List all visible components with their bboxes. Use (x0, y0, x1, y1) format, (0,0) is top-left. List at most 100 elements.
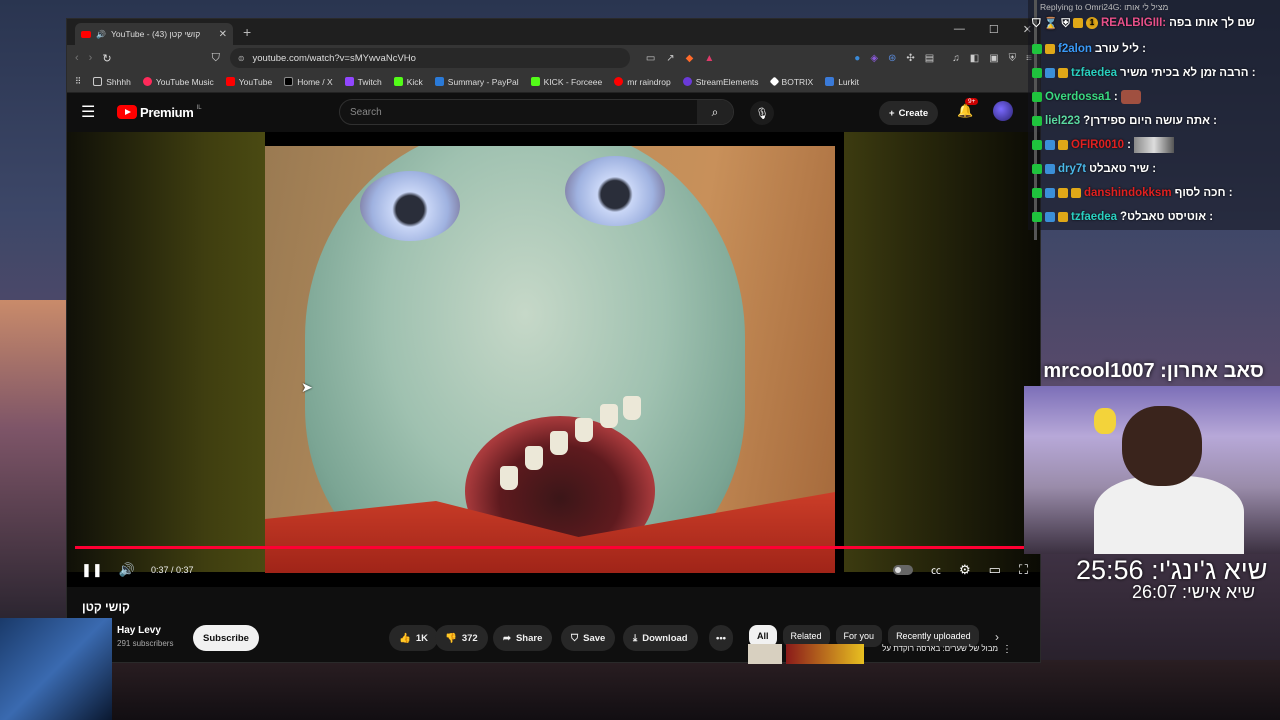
url-text: youtube.com/watch?v=sMYwvaNcVHo (252, 52, 416, 64)
download-button[interactable]: ⤓ Download (623, 625, 698, 651)
captions-icon[interactable]: ㏄ (931, 562, 941, 577)
puzzle-icon[interactable]: ✣ (906, 53, 914, 64)
settings-gear-icon[interactable]: ⚙ (959, 562, 971, 578)
site-info-icon[interactable]: ⊜ (238, 54, 245, 63)
address-bar-row: ‹ › ↻ ⛉ ⊜ youtube.com/watch?v=sMYwvaNcVH… (67, 45, 1040, 71)
progress-bar[interactable] (75, 546, 1034, 549)
chat-message: dry7t שיר טאבלט : (1032, 160, 1156, 178)
bookmark-item[interactable]: Twitch (344, 77, 382, 87)
channel-name[interactable]: Hay Levy (117, 625, 161, 636)
fullscreen-icon[interactable]: ⛶ (1019, 562, 1028, 578)
vpn-icon[interactable]: ⛨ (1009, 53, 1017, 64)
bookmark-item[interactable]: YouTube (225, 77, 272, 87)
tooth (600, 404, 618, 428)
more-actions-button[interactable]: ••• (709, 625, 733, 651)
bookmark-item[interactable]: BOTRIX (769, 77, 813, 87)
last-sub-label: סאב אחרון: mrcool1007 (1043, 360, 1264, 382)
reader-icon[interactable]: ▤ (925, 53, 934, 64)
bookmark-item[interactable]: KICK - Forceee (530, 77, 602, 87)
kick-badge-icon (1032, 188, 1042, 198)
url-field[interactable]: ⊜ youtube.com/watch?v=sMYwvaNcVHo (229, 48, 630, 68)
save-button[interactable]: ⛉ Save (561, 625, 616, 651)
create-button[interactable]: + Create (879, 101, 939, 125)
bookmark-item[interactable]: Lurkit (825, 77, 859, 87)
bookmark-item[interactable]: mr raindrop (614, 77, 671, 87)
chat-message: liel223 ?אתה עושה היום ספידרן : (1032, 112, 1217, 130)
bookmark-item[interactable]: Kick (393, 77, 423, 87)
player-controls: ❚❚ 🔊 0:37 / 0:37 ㏄ ⚙ ▭ ⛶ (67, 552, 1040, 587)
bookmark-item[interactable]: Summary - PayPal (434, 77, 519, 87)
theater-mode-icon[interactable]: ▭ (989, 562, 1001, 578)
hamburger-menu-icon[interactable]: ☰ (81, 102, 101, 122)
cast-icon[interactable]: ▭ (646, 53, 655, 64)
pause-icon[interactable]: ❚❚ (81, 562, 103, 578)
new-tab-icon[interactable]: + (243, 24, 251, 40)
brave-shield-icon[interactable]: ◆ (686, 53, 694, 64)
vip-badge-icon (1045, 212, 1055, 222)
tooth (623, 396, 641, 420)
search-input[interactable]: Search ⌕ (339, 99, 734, 125)
thumbs-down-icon: 👎 (445, 632, 457, 644)
player-right-controls: ㏄ ⚙ ▭ ⛶ (892, 562, 1028, 578)
volume-icon[interactable]: 🔊 (119, 562, 135, 578)
bookmark-item[interactable]: StreamElements (682, 77, 759, 87)
youtube-music-icon (142, 77, 152, 86)
wallet-icon[interactable]: ▣ (989, 53, 998, 64)
bookmark-item[interactable]: Home / X (284, 77, 333, 87)
streamer-head (1122, 406, 1202, 486)
extension-icon-1[interactable]: ● (854, 53, 860, 64)
chevron-right-icon[interactable]: › (995, 630, 999, 644)
bookmark-icon[interactable]: ⛉ (212, 52, 220, 65)
kick-badge-icon (1032, 44, 1042, 54)
extension-icon-3[interactable]: ⊛ (888, 53, 896, 64)
chat-message: Overdossa1 : (1032, 88, 1141, 106)
share-button[interactable]: ➦ Share (493, 625, 553, 651)
tab-close-icon[interactable]: ✕ (219, 29, 227, 40)
rewards-icon[interactable]: ▲ (704, 53, 714, 64)
rec-thumb-2 (786, 644, 864, 664)
vip-badge-icon (1045, 188, 1055, 198)
subscribe-button[interactable]: Subscribe (193, 625, 259, 651)
chat-user: REALBIGIII: (1100, 17, 1167, 29)
notifications-bell-icon[interactable]: 🔔 9+ (957, 98, 979, 119)
more-icon: ••• (716, 632, 726, 644)
apps-icon[interactable]: ⠿ (75, 76, 81, 87)
dislike-button[interactable]: 👎 372 (435, 625, 488, 651)
like-button[interactable]: 👍 1K (389, 625, 438, 651)
reply-header: Replying to Omri24G: מציל לי אותו (1040, 2, 1169, 12)
rec-more-icon[interactable]: ⋮ (1002, 644, 1012, 664)
mic-icon[interactable]: 🎙 (750, 101, 774, 125)
search-button[interactable]: ⌕ (697, 100, 733, 124)
sidebar-icon[interactable]: ◧ (970, 53, 979, 64)
share-page-icon[interactable]: ↗ (666, 53, 674, 64)
tab-youtube[interactable]: 🔊 YouTube - קושי קטן (43) ✕ (75, 23, 233, 45)
tooth (550, 431, 568, 455)
background-city (0, 300, 70, 620)
mouse-cursor-icon: ➤ (301, 379, 313, 395)
ambient-right (844, 132, 1040, 572)
chat-message: danshindokksm חכה לסוף : (1032, 184, 1233, 202)
back-icon[interactable]: ‹ (75, 52, 79, 64)
bookmark-item[interactable]: YouTube Music (142, 77, 214, 87)
account-avatar[interactable] (993, 101, 1013, 121)
youtube-logo-icon (117, 105, 137, 119)
extension-icon-2[interactable]: ◈ (870, 53, 878, 64)
streamer-shirt (1094, 476, 1244, 554)
chat-message: OFIR0010 : (1032, 136, 1174, 154)
vip-badge-icon (1045, 68, 1055, 78)
video-player[interactable]: ➤ ❚❚ 🔊 0:37 / 0:37 ㏄ ⚙ ▭ ⛶ (67, 132, 1040, 587)
maximize-icon[interactable]: ☐ (989, 23, 999, 36)
minimize-icon[interactable]: — (954, 23, 965, 36)
reload-icon[interactable]: ↻ (102, 52, 111, 65)
recommended-video[interactable]: מבול של שערים: בארסה רוקדת על ⋮ (748, 644, 1028, 664)
youtube-premium-logo[interactable]: Premium IL (117, 105, 202, 120)
speaker-icon[interactable]: 🔊 (96, 30, 106, 39)
autoplay-toggle[interactable] (892, 564, 913, 575)
bookmark-item[interactable]: Shhhh (93, 77, 131, 87)
save-icon: ⛉ (571, 632, 579, 644)
kick-icon (530, 77, 540, 86)
music-icon[interactable]: ♫ (952, 53, 960, 64)
forward-icon[interactable]: › (89, 52, 93, 64)
youtube-icon (614, 77, 624, 86)
chat-badges: ⛉ ⌛ ⛨ (1032, 17, 1070, 30)
